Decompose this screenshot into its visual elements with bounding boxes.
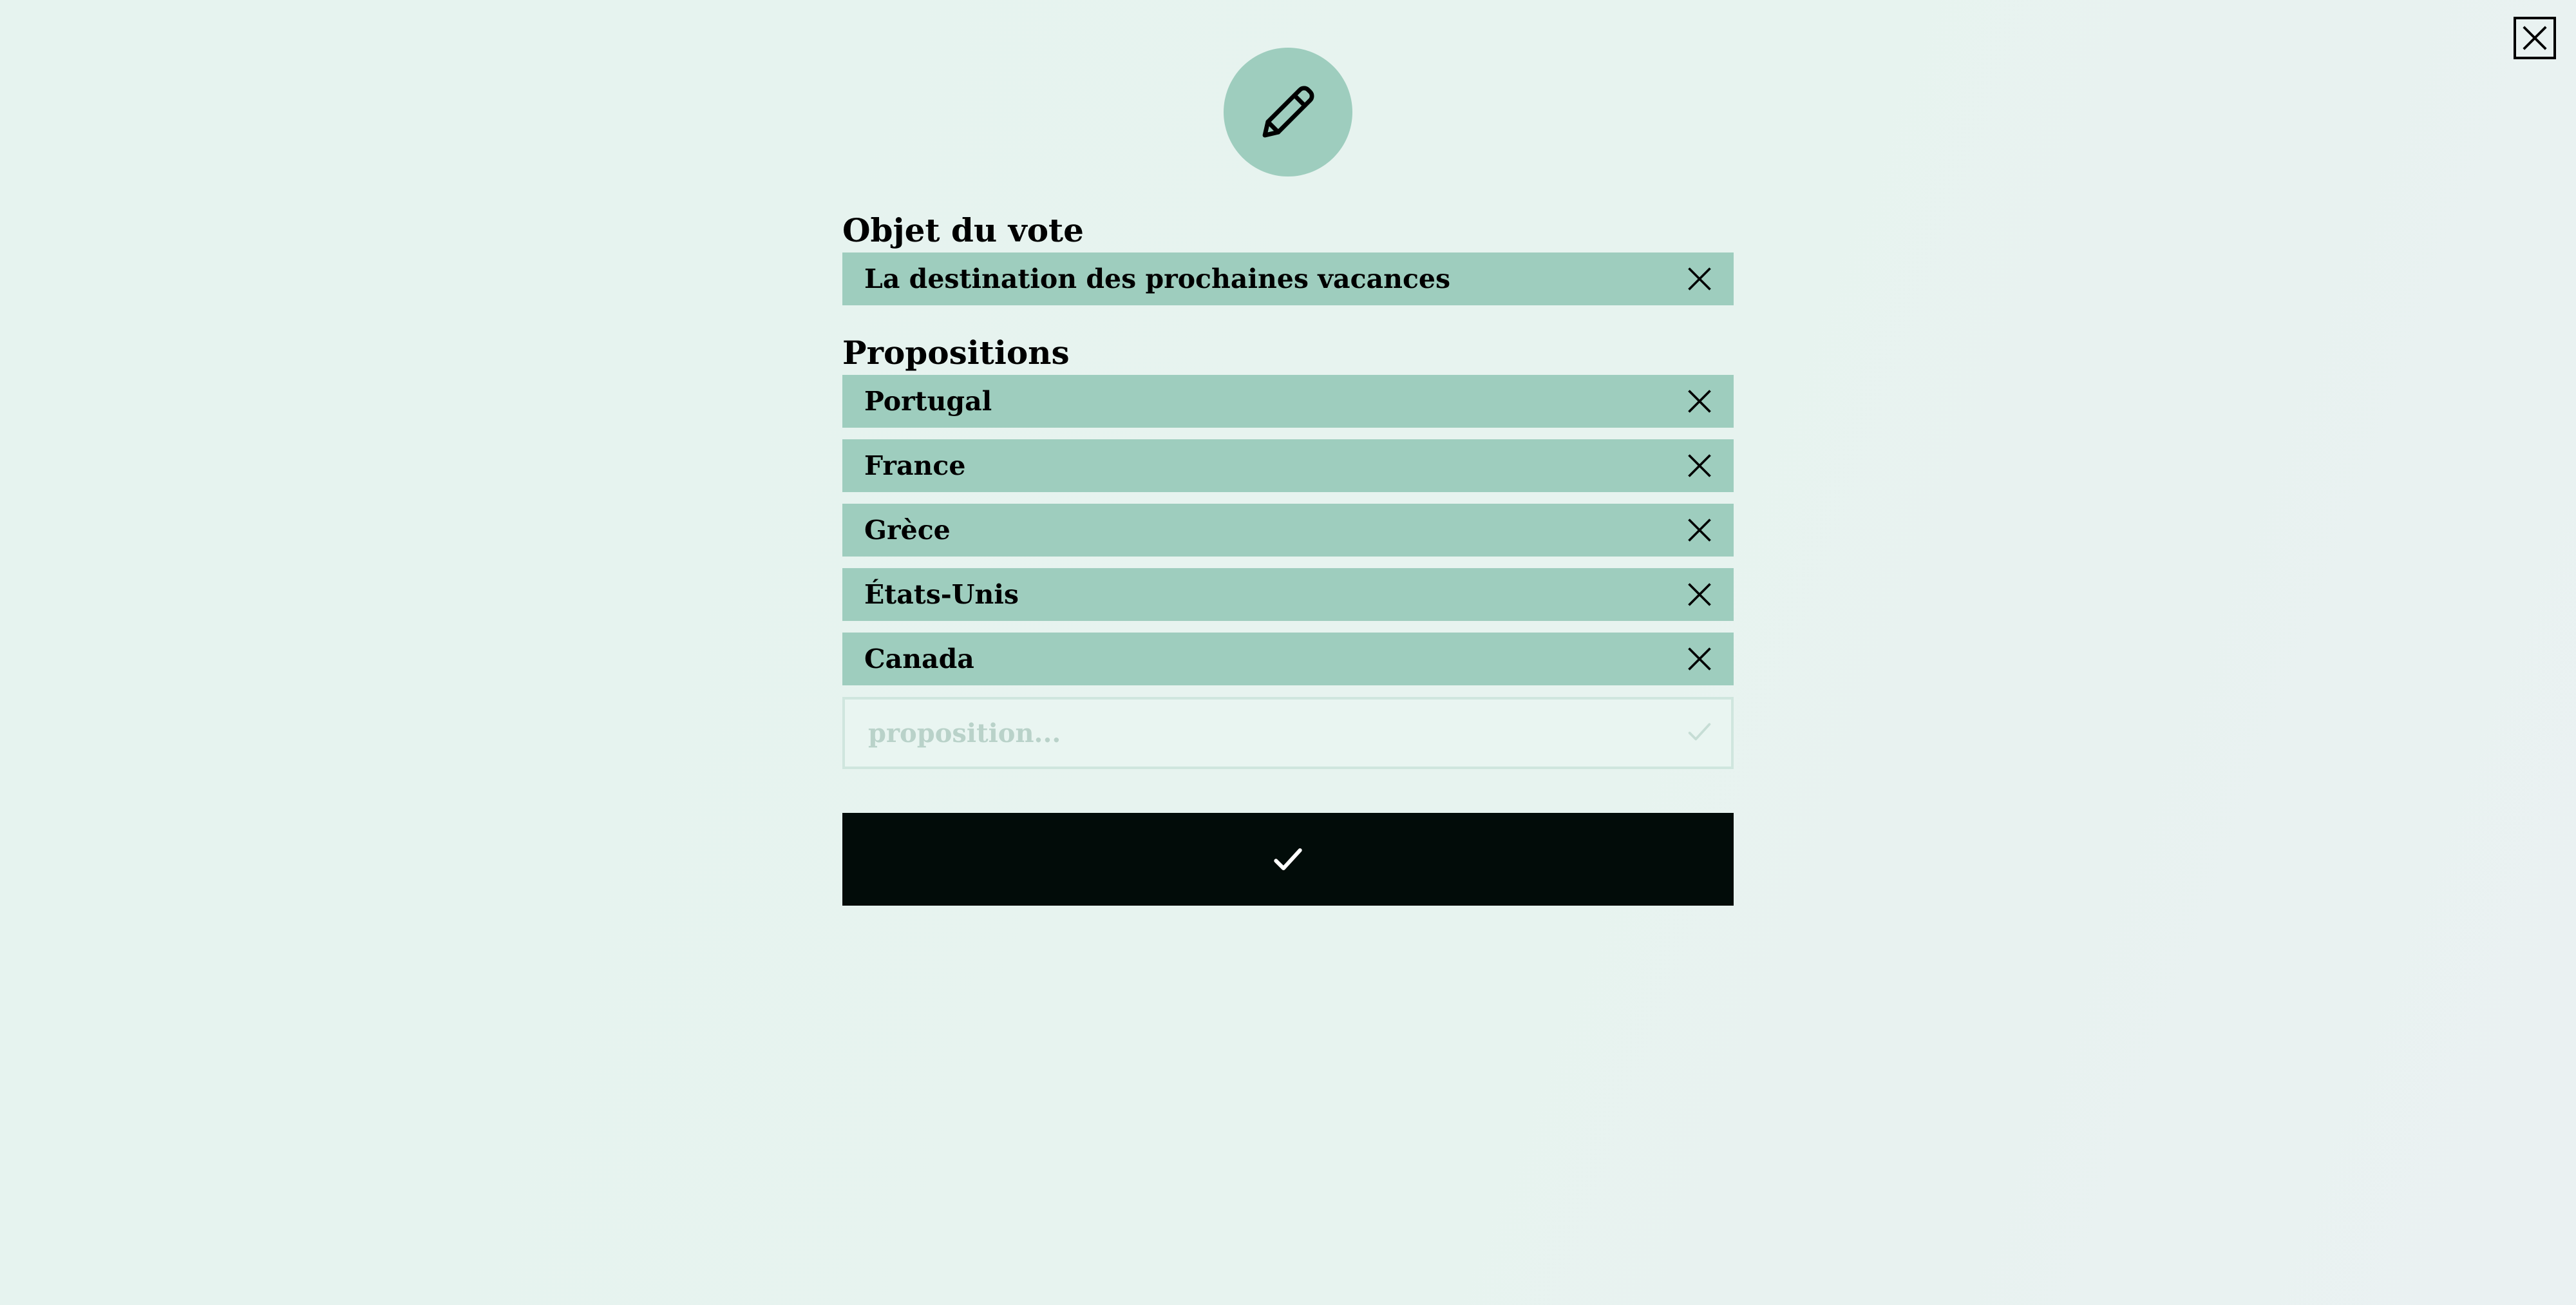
close-icon [1688, 454, 1711, 477]
remove-proposition-button[interactable] [1682, 577, 1717, 612]
close-icon [1688, 267, 1711, 291]
proposition-label: Canada [864, 643, 974, 674]
remove-proposition-button[interactable] [1682, 513, 1717, 548]
proposition-label: France [864, 450, 966, 481]
vote-form: Objet du vote La destination des prochai… [842, 209, 1734, 906]
remove-subject-button[interactable] [1682, 262, 1717, 296]
subject-label: Objet du vote [842, 211, 1084, 249]
propositions-label: Propositions [842, 334, 1070, 372]
proposition-item[interactable]: Grèce [842, 504, 1734, 557]
subject-value: La destination des prochaines vacances [864, 263, 1451, 294]
proposition-item[interactable]: Canada [842, 633, 1734, 685]
close-icon [1688, 390, 1711, 413]
close-icon [1688, 583, 1711, 606]
submit-button[interactable] [842, 813, 1734, 906]
proposition-label: Portugal [864, 386, 992, 417]
subject-chip[interactable]: La destination des prochaines vacances [842, 252, 1734, 305]
check-icon [1688, 723, 1711, 741]
proposition-label: États-Unis [864, 579, 1019, 610]
subject-section: Objet du vote La destination des prochai… [842, 209, 1734, 305]
proposition-item[interactable]: Portugal [842, 375, 1734, 428]
edit-badge [1224, 48, 1352, 176]
check-icon [1274, 848, 1302, 871]
new-proposition-field[interactable] [842, 697, 1734, 769]
remove-proposition-button[interactable] [1682, 642, 1717, 676]
close-icon [1688, 647, 1711, 671]
close-icon [1688, 519, 1711, 542]
proposition-item[interactable]: États-Unis [842, 568, 1734, 621]
remove-proposition-button[interactable] [1682, 384, 1717, 419]
proposition-item[interactable]: France [842, 439, 1734, 492]
close-icon [2523, 26, 2547, 50]
proposition-label: Grèce [864, 515, 951, 546]
propositions-list: Portugal France Grèce États-Unis Canada [842, 375, 1734, 685]
close-button[interactable] [2514, 17, 2556, 59]
pencil-icon [1262, 86, 1314, 138]
remove-proposition-button[interactable] [1682, 448, 1717, 483]
new-proposition-input[interactable] [867, 717, 1642, 749]
add-proposition-button[interactable] [1685, 717, 1714, 749]
